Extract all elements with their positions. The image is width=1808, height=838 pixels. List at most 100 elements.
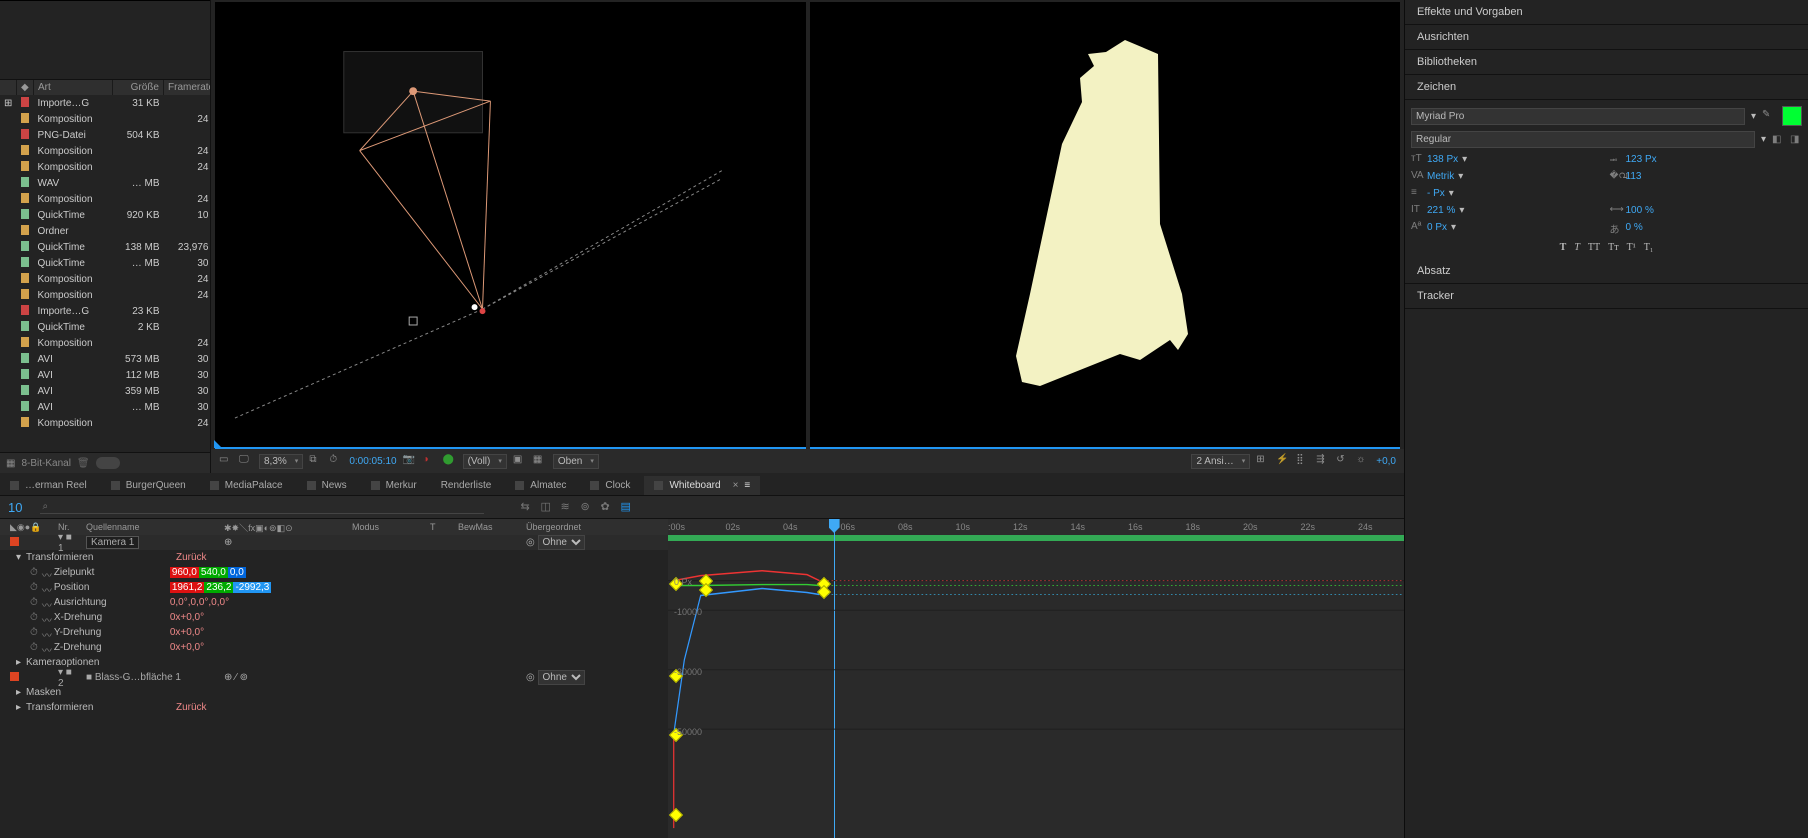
resolution-select[interactable]: (Voll) xyxy=(463,454,507,469)
channel-icon[interactable]: ◑ xyxy=(423,454,437,468)
panel-character[interactable]: Zeichen xyxy=(1405,75,1808,100)
transform-group[interactable]: ▾TransformierenZurück xyxy=(0,550,668,565)
eyedropper-icon[interactable]: ✎ xyxy=(1762,109,1776,123)
frame-blend-icon[interactable]: ≋ xyxy=(560,500,574,514)
flowchart-icon[interactable]: ⇶ xyxy=(1316,454,1330,468)
font-size[interactable]: 138 Px xyxy=(1427,154,1458,165)
project-row[interactable]: ⊞Importe…G31 KB xyxy=(0,95,213,111)
comp-tab[interactable]: …erman Reel xyxy=(0,476,97,495)
leading[interactable]: 123 Px xyxy=(1626,154,1657,165)
transform-group[interactable]: ▸TransformierenZurück xyxy=(0,700,668,715)
panel-tracker[interactable]: Tracker xyxy=(1405,284,1808,309)
superscript-button[interactable]: T¹ xyxy=(1627,242,1636,253)
pixel-ratio-icon[interactable]: ⊞ xyxy=(1256,454,1270,468)
all-caps-button[interactable]: TT xyxy=(1588,242,1600,253)
display-icon[interactable]: 🖵 xyxy=(239,454,253,468)
grid-icon[interactable]: ▦ xyxy=(533,454,547,468)
property-row[interactable]: ⏱〰Position1961,2236,2-2992,3 xyxy=(0,580,668,595)
comp-tab[interactable]: Whiteboard× ≡ xyxy=(644,476,760,495)
property-row[interactable]: ⏱〰Z-Drehung0x+0,0° xyxy=(0,640,668,655)
color-mgmt-icon[interactable]: ⬤ xyxy=(443,454,457,468)
composition-tabs[interactable]: …erman ReelBurgerQueenMediaPalaceNewsMer… xyxy=(0,473,1404,496)
camera-options-group[interactable]: ▸Kameraoptionen xyxy=(0,655,668,670)
col-size[interactable]: Größe xyxy=(113,80,164,95)
property-row[interactable]: ⏱〰Zielpunkt960,0540,00,0 xyxy=(0,565,668,580)
viewer-timecode[interactable]: 0:00:05:10 xyxy=(349,456,396,467)
project-row[interactable]: Komposition24 xyxy=(0,271,213,287)
project-row[interactable]: Komposition24 xyxy=(0,111,213,127)
col-parent[interactable]: Übergeordnet xyxy=(522,522,620,532)
tracking[interactable]: 113 xyxy=(1626,171,1642,182)
exposure-value[interactable]: +0,0 xyxy=(1376,456,1396,467)
trash-icon[interactable]: 🗑 xyxy=(77,458,90,469)
comp-tab[interactable]: News xyxy=(297,476,357,495)
kerning[interactable]: Metrik xyxy=(1427,171,1454,182)
viewport-active-camera[interactable] xyxy=(810,2,1401,449)
project-table[interactable]: ◆ Art Größe Framerate ⊞Importe…G31 KBKom… xyxy=(0,80,213,431)
comp-tab[interactable]: Renderliste xyxy=(431,476,502,495)
project-row[interactable]: Importe…G23 KB xyxy=(0,303,213,319)
brainstorm-icon[interactable]: ✿ xyxy=(600,500,614,514)
project-row[interactable]: QuickTime138 MB23,976 xyxy=(0,239,213,255)
col-t[interactable]: T xyxy=(426,522,454,532)
faux-italic-button[interactable]: T xyxy=(1574,242,1580,253)
close-icon[interactable]: × xyxy=(733,480,739,491)
project-row[interactable]: Komposition24 xyxy=(0,159,213,175)
graph-editor[interactable]: :00s02s04s06s08s10s12s14s16s18s20s22s24s xyxy=(668,519,1404,838)
col-number[interactable]: Nr. xyxy=(54,522,82,532)
resolution-half-icon[interactable]: ⧉ xyxy=(309,454,323,468)
stroke-width[interactable]: - Px xyxy=(1427,188,1445,199)
layer-row[interactable]: ▾ ■ 1Kamera 1⊕ ◎ Ohne xyxy=(0,535,668,550)
project-row[interactable]: Ordner xyxy=(0,223,213,239)
project-row[interactable]: Komposition24 xyxy=(0,191,213,207)
comp-tab[interactable]: MediaPalace xyxy=(200,476,293,495)
vertical-scale[interactable]: 221 % xyxy=(1427,205,1455,216)
masks-group[interactable]: ▸Masken xyxy=(0,685,668,700)
subscript-button[interactable]: T₁ xyxy=(1644,242,1654,253)
roi-icon[interactable]: ▣ xyxy=(513,454,527,468)
graph-editor-toggle[interactable]: ▤ xyxy=(620,500,634,514)
project-row[interactable]: AVI359 MB30 xyxy=(0,383,213,399)
zoom-select[interactable]: 8,3% xyxy=(259,454,303,469)
views-layout-select[interactable]: 2 Ansi… xyxy=(1191,454,1250,469)
timecode-icon[interactable]: ⏱ xyxy=(329,454,343,468)
magnify-icon[interactable]: ▭ xyxy=(219,454,233,468)
font-style-select[interactable]: Regular xyxy=(1411,131,1755,148)
comp-tab[interactable]: Almatec xyxy=(505,476,576,495)
panel-paragraph[interactable]: Absatz xyxy=(1405,259,1808,284)
fast-preview-icon[interactable]: ⚡ xyxy=(1276,454,1290,468)
fill-over-stroke-icon[interactable]: ◨ xyxy=(1790,134,1802,146)
project-row[interactable]: WAV… MB xyxy=(0,175,213,191)
comp-mini-flow-icon[interactable]: ⇆ xyxy=(520,500,534,514)
col-label-icon[interactable]: ◆ xyxy=(17,80,34,95)
project-row[interactable]: Komposition24 xyxy=(0,287,213,303)
parent-select[interactable]: Ohne xyxy=(538,670,585,685)
baseline-shift[interactable]: 0 Px xyxy=(1427,222,1447,233)
project-row[interactable]: AVI112 MB30 xyxy=(0,367,213,383)
comp-tab[interactable]: Clock xyxy=(580,476,640,495)
project-row[interactable]: Komposition24 xyxy=(0,143,213,159)
col-type[interactable]: Art xyxy=(34,80,113,95)
fill-color-swatch[interactable] xyxy=(1782,106,1802,126)
layer-row[interactable]: ▾ ■ 2■ Blass-G…bfläche 1⊕ ∕ ⊚◎ Ohne xyxy=(0,670,668,685)
view-select[interactable]: Oben xyxy=(553,454,599,469)
panel-align[interactable]: Ausrichten xyxy=(1405,25,1808,50)
current-time[interactable]: 10 xyxy=(0,500,30,515)
parent-select[interactable]: Ohne xyxy=(538,535,585,550)
property-row[interactable]: ⏱〰Y-Drehung0x+0,0° xyxy=(0,625,668,640)
panel-effects[interactable]: Effekte und Vorgaben xyxy=(1405,0,1808,25)
property-row[interactable]: ⏱〰Ausrichtung0,0°,0,0°,0,0° xyxy=(0,595,668,610)
col-trackmatte[interactable]: BewMas xyxy=(454,522,522,532)
project-row[interactable]: AVI… MB30 xyxy=(0,399,213,415)
project-row[interactable]: Komposition24 xyxy=(0,415,213,431)
col-mode[interactable]: Modus xyxy=(348,522,426,532)
comp-tab[interactable]: Merkur xyxy=(361,476,427,495)
small-caps-button[interactable]: Tᴛ xyxy=(1608,242,1618,253)
draft3d-icon[interactable]: ◫ xyxy=(540,500,554,514)
timeline-search-input[interactable] xyxy=(40,500,484,514)
property-row[interactable]: ⏱〰X-Drehung0x+0,0° xyxy=(0,610,668,625)
project-row[interactable]: QuickTime… MB30 xyxy=(0,255,213,271)
faux-bold-button[interactable]: T xyxy=(1560,242,1567,253)
exposure-icon[interactable]: ☼ xyxy=(1356,454,1370,468)
reset-exposure-icon[interactable]: ↺ xyxy=(1336,454,1350,468)
